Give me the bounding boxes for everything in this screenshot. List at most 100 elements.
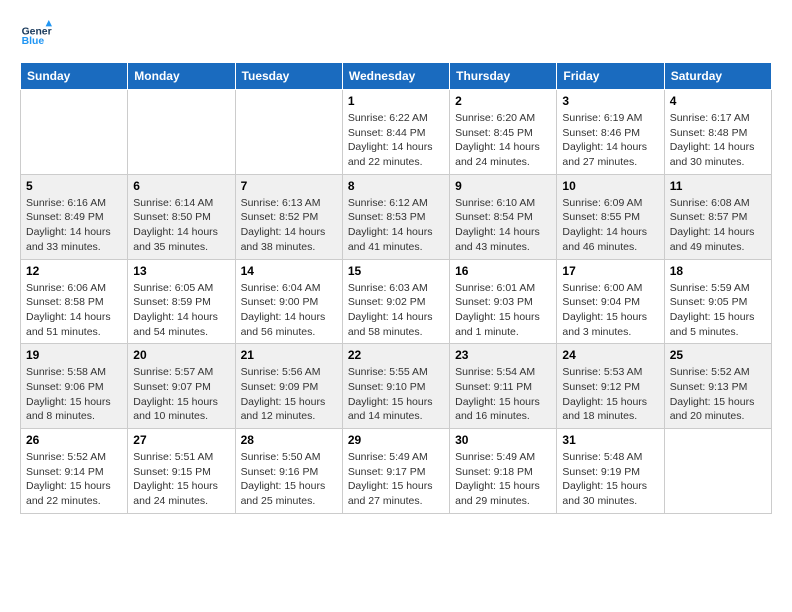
- day-info: Sunrise: 6:06 AM Sunset: 8:58 PM Dayligh…: [26, 281, 122, 340]
- day-info: Sunrise: 5:50 AM Sunset: 9:16 PM Dayligh…: [241, 450, 337, 509]
- calendar-cell: [128, 90, 235, 175]
- day-number: 11: [670, 179, 766, 193]
- day-info: Sunrise: 6:20 AM Sunset: 8:45 PM Dayligh…: [455, 111, 551, 170]
- column-header-wednesday: Wednesday: [342, 63, 449, 90]
- calendar-cell: 18 Sunrise: 5:59 AM Sunset: 9:05 PM Dayli…: [664, 259, 771, 344]
- day-number: 30: [455, 433, 551, 447]
- calendar-cell: 19 Sunrise: 5:58 AM Sunset: 9:06 PM Dayli…: [21, 344, 128, 429]
- day-number: 5: [26, 179, 122, 193]
- day-number: 28: [241, 433, 337, 447]
- day-info: Sunrise: 5:48 AM Sunset: 9:19 PM Dayligh…: [562, 450, 658, 509]
- day-info: Sunrise: 6:00 AM Sunset: 9:04 PM Dayligh…: [562, 281, 658, 340]
- calendar-cell: 1 Sunrise: 6:22 AM Sunset: 8:44 PM Daylig…: [342, 90, 449, 175]
- calendar-cell: 3 Sunrise: 6:19 AM Sunset: 8:46 PM Daylig…: [557, 90, 664, 175]
- day-info: Sunrise: 5:52 AM Sunset: 9:13 PM Dayligh…: [670, 365, 766, 424]
- day-number: 13: [133, 264, 229, 278]
- calendar-cell: [21, 90, 128, 175]
- day-info: Sunrise: 6:04 AM Sunset: 9:00 PM Dayligh…: [241, 281, 337, 340]
- calendar-cell: 15 Sunrise: 6:03 AM Sunset: 9:02 PM Dayli…: [342, 259, 449, 344]
- day-info: Sunrise: 6:09 AM Sunset: 8:55 PM Dayligh…: [562, 196, 658, 255]
- calendar-week-3: 12Sunrise: 6:06 AM Sunset: 8:58 PM Dayli…: [21, 259, 772, 344]
- day-info: Sunrise: 6:08 AM Sunset: 8:57 PM Dayligh…: [670, 196, 766, 255]
- day-info: Sunrise: 5:49 AM Sunset: 9:17 PM Dayligh…: [348, 450, 444, 509]
- calendar-header-row: SundayMondayTuesdayWednesdayThursdayFrid…: [21, 63, 772, 90]
- day-info: Sunrise: 5:51 AM Sunset: 9:15 PM Dayligh…: [133, 450, 229, 509]
- day-number: 24: [562, 348, 658, 362]
- column-header-tuesday: Tuesday: [235, 63, 342, 90]
- column-header-thursday: Thursday: [450, 63, 557, 90]
- calendar-cell: 23Sunrise: 5:54 AM Sunset: 9:11 PM Dayli…: [450, 344, 557, 429]
- calendar-cell: 11 Sunrise: 6:08 AM Sunset: 8:57 PM Dayli…: [664, 174, 771, 259]
- day-number: 26: [26, 433, 122, 447]
- day-info: Sunrise: 6:14 AM Sunset: 8:50 PM Dayligh…: [133, 196, 229, 255]
- day-number: 16: [455, 264, 551, 278]
- column-header-sunday: Sunday: [21, 63, 128, 90]
- day-number: 25: [670, 348, 766, 362]
- calendar-week-2: 5Sunrise: 6:16 AM Sunset: 8:49 PM Daylig…: [21, 174, 772, 259]
- column-header-saturday: Saturday: [664, 63, 771, 90]
- day-number: 14: [241, 264, 337, 278]
- day-info: Sunrise: 6:22 AM Sunset: 8:44 PM Dayligh…: [348, 111, 444, 170]
- calendar-week-1: 1 Sunrise: 6:22 AM Sunset: 8:44 PM Daylig…: [21, 90, 772, 175]
- day-info: Sunrise: 5:56 AM Sunset: 9:09 PM Dayligh…: [241, 365, 337, 424]
- calendar-cell: 29Sunrise: 5:49 AM Sunset: 9:17 PM Dayli…: [342, 429, 449, 514]
- day-info: Sunrise: 6:10 AM Sunset: 8:54 PM Dayligh…: [455, 196, 551, 255]
- day-number: 9: [455, 179, 551, 193]
- day-number: 31: [562, 433, 658, 447]
- day-info: Sunrise: 5:52 AM Sunset: 9:14 PM Dayligh…: [26, 450, 122, 509]
- calendar-cell: 17 Sunrise: 6:00 AM Sunset: 9:04 PM Dayli…: [557, 259, 664, 344]
- calendar-cell: [235, 90, 342, 175]
- day-number: 2: [455, 94, 551, 108]
- calendar-cell: 21 Sunrise: 5:56 AM Sunset: 9:09 PM Dayli…: [235, 344, 342, 429]
- day-number: 7: [241, 179, 337, 193]
- column-header-monday: Monday: [128, 63, 235, 90]
- calendar-cell: 4Sunrise: 6:17 AM Sunset: 8:48 PM Daylig…: [664, 90, 771, 175]
- day-number: 21: [241, 348, 337, 362]
- calendar-cell: 2 Sunrise: 6:20 AM Sunset: 8:45 PM Daylig…: [450, 90, 557, 175]
- day-info: Sunrise: 5:59 AM Sunset: 9:05 PM Dayligh…: [670, 281, 766, 340]
- calendar-cell: 9 Sunrise: 6:10 AM Sunset: 8:54 PM Daylig…: [450, 174, 557, 259]
- calendar-cell: 31 Sunrise: 5:48 AM Sunset: 9:19 PM Dayli…: [557, 429, 664, 514]
- day-info: Sunrise: 5:55 AM Sunset: 9:10 PM Dayligh…: [348, 365, 444, 424]
- column-header-friday: Friday: [557, 63, 664, 90]
- header: General Blue: [20, 20, 772, 52]
- calendar-week-5: 26 Sunrise: 5:52 AM Sunset: 9:14 PM Dayli…: [21, 429, 772, 514]
- calendar-cell: 30 Sunrise: 5:49 AM Sunset: 9:18 PM Dayli…: [450, 429, 557, 514]
- day-number: 15: [348, 264, 444, 278]
- day-number: 8: [348, 179, 444, 193]
- calendar-cell: 24 Sunrise: 5:53 AM Sunset: 9:12 PM Dayli…: [557, 344, 664, 429]
- day-info: Sunrise: 6:03 AM Sunset: 9:02 PM Dayligh…: [348, 281, 444, 340]
- calendar-table: SundayMondayTuesdayWednesdayThursdayFrid…: [20, 62, 772, 514]
- calendar-cell: 16 Sunrise: 6:01 AM Sunset: 9:03 PM Dayli…: [450, 259, 557, 344]
- day-info: Sunrise: 5:49 AM Sunset: 9:18 PM Dayligh…: [455, 450, 551, 509]
- day-info: Sunrise: 5:54 AM Sunset: 9:11 PM Dayligh…: [455, 365, 551, 424]
- svg-text:Blue: Blue: [22, 36, 45, 47]
- day-info: Sunrise: 6:12 AM Sunset: 8:53 PM Dayligh…: [348, 196, 444, 255]
- day-info: Sunrise: 5:58 AM Sunset: 9:06 PM Dayligh…: [26, 365, 122, 424]
- calendar-cell: 8 Sunrise: 6:12 AM Sunset: 8:53 PM Daylig…: [342, 174, 449, 259]
- day-number: 10: [562, 179, 658, 193]
- day-number: 18: [670, 264, 766, 278]
- day-info: Sunrise: 6:05 AM Sunset: 8:59 PM Dayligh…: [133, 281, 229, 340]
- day-info: Sunrise: 6:13 AM Sunset: 8:52 PM Dayligh…: [241, 196, 337, 255]
- calendar-cell: 26 Sunrise: 5:52 AM Sunset: 9:14 PM Dayli…: [21, 429, 128, 514]
- calendar-cell: 20 Sunrise: 5:57 AM Sunset: 9:07 PM Dayli…: [128, 344, 235, 429]
- day-number: 17: [562, 264, 658, 278]
- day-info: Sunrise: 5:53 AM Sunset: 9:12 PM Dayligh…: [562, 365, 658, 424]
- calendar-cell: 28 Sunrise: 5:50 AM Sunset: 9:16 PM Dayli…: [235, 429, 342, 514]
- day-number: 22: [348, 348, 444, 362]
- calendar-cell: 25 Sunrise: 5:52 AM Sunset: 9:13 PM Dayli…: [664, 344, 771, 429]
- day-number: 20: [133, 348, 229, 362]
- day-number: 27: [133, 433, 229, 447]
- day-info: Sunrise: 6:01 AM Sunset: 9:03 PM Dayligh…: [455, 281, 551, 340]
- calendar-cell: 14 Sunrise: 6:04 AM Sunset: 9:00 PM Dayli…: [235, 259, 342, 344]
- day-number: 4: [670, 94, 766, 108]
- calendar-cell: 27 Sunrise: 5:51 AM Sunset: 9:15 PM Dayli…: [128, 429, 235, 514]
- day-number: 1: [348, 94, 444, 108]
- calendar-cell: 5Sunrise: 6:16 AM Sunset: 8:49 PM Daylig…: [21, 174, 128, 259]
- day-info: Sunrise: 6:19 AM Sunset: 8:46 PM Dayligh…: [562, 111, 658, 170]
- day-info: Sunrise: 5:57 AM Sunset: 9:07 PM Dayligh…: [133, 365, 229, 424]
- day-number: 19: [26, 348, 122, 362]
- day-number: 3: [562, 94, 658, 108]
- calendar-cell: 13 Sunrise: 6:05 AM Sunset: 8:59 PM Dayli…: [128, 259, 235, 344]
